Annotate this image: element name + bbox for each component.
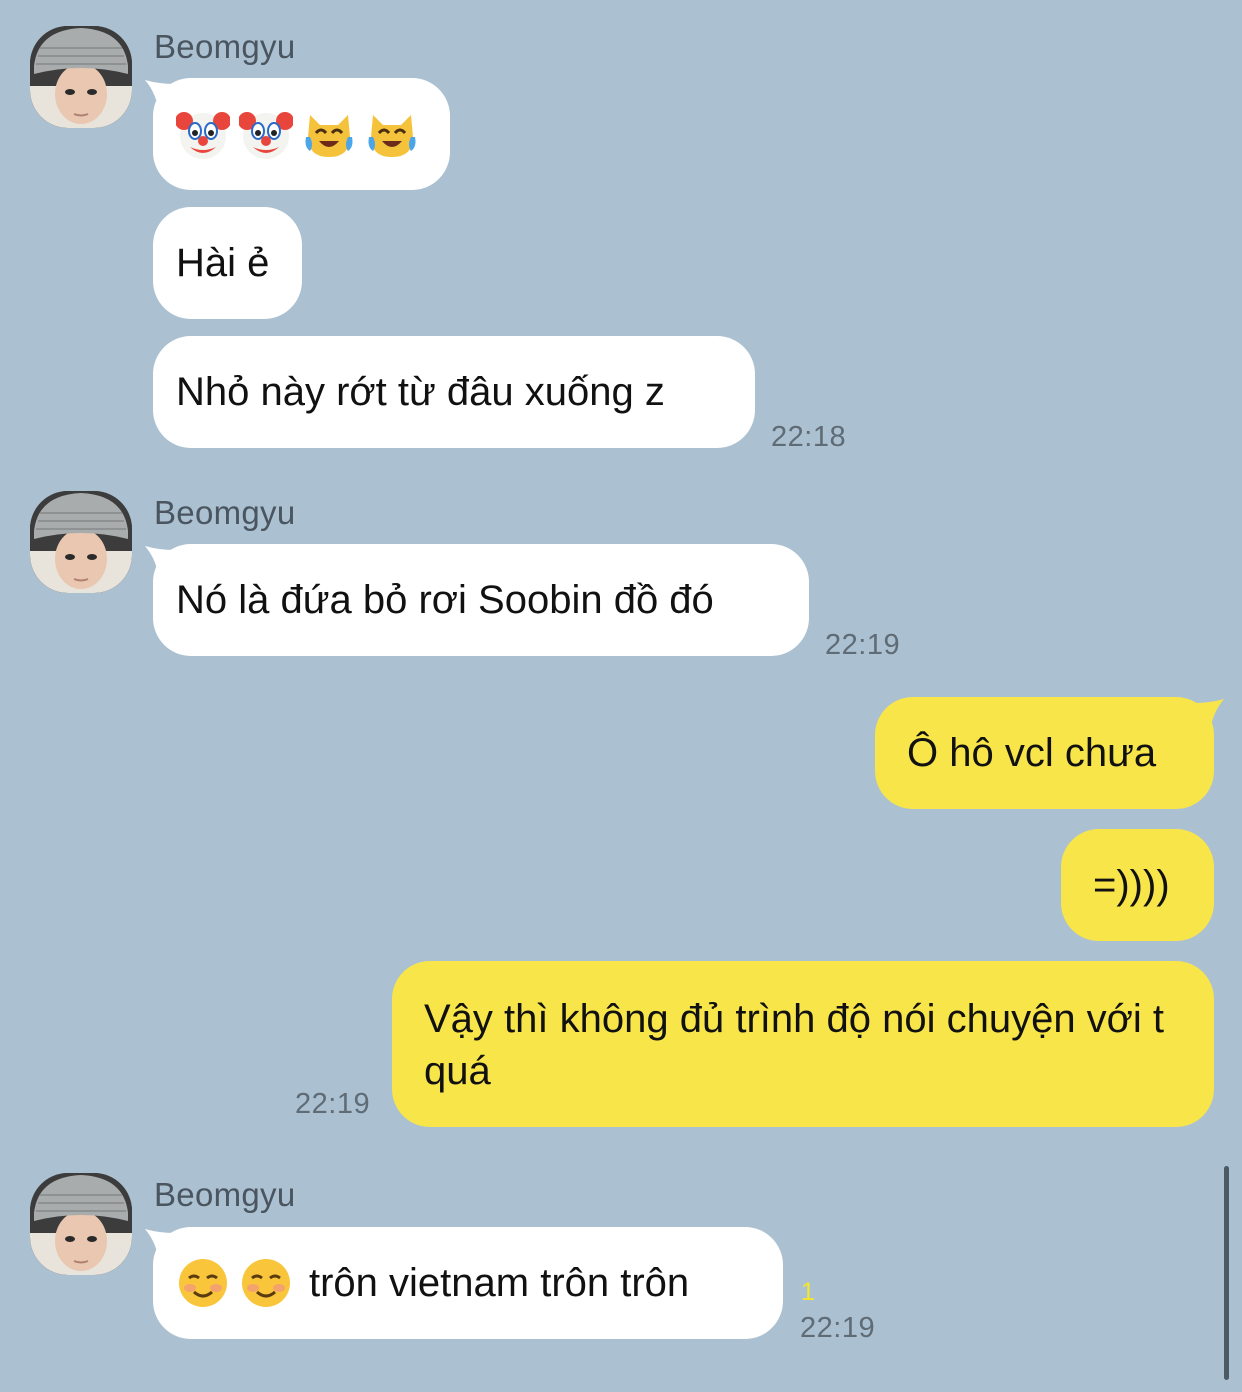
scrollbar[interactable] — [1224, 1166, 1229, 1380]
clown-face-emoji — [239, 107, 293, 161]
cat-tears-of-joy-emoji — [365, 107, 419, 161]
message-bubble-emoji[interactable] — [153, 78, 450, 190]
sender-avatar[interactable] — [30, 491, 132, 593]
sender-avatar[interactable] — [30, 26, 132, 128]
message-bubble-outgoing[interactable]: =)))) — [1061, 829, 1214, 941]
message-text: =)))) — [1093, 862, 1170, 907]
message-bubble[interactable]: Hài ẻ — [153, 207, 302, 319]
message-text: Ô hô vcl chưa — [907, 730, 1157, 775]
unread-count: 1 — [801, 1278, 815, 1306]
message-timestamp: 22:19 — [825, 629, 901, 661]
message-bubble[interactable]: Nhỏ này rớt từ đâu xuống z — [153, 336, 755, 448]
message-bubble-outgoing[interactable]: Ô hô vcl chưa — [875, 697, 1214, 809]
message-bubble[interactable]: trôn vietnam trôn trôn — [153, 1227, 783, 1339]
cat-tears-of-joy-emoji — [302, 107, 356, 161]
message-text: Vậy thì không đủ trình độ nói chuyện với… — [424, 997, 1165, 1093]
sender-name: Beomgyu — [154, 1176, 296, 1213]
message-timestamp: 22:18 — [771, 421, 847, 453]
message-text: Nhỏ này rớt từ đâu xuống z — [176, 369, 665, 414]
message-timestamp: 22:19 — [800, 1312, 876, 1344]
message-text: Nó là đứa bỏ rơi Soobin đồ đó — [176, 577, 714, 622]
clown-face-emoji — [176, 107, 230, 161]
sender-name: Beomgyu — [154, 28, 296, 65]
smiling-face-emoji — [239, 1256, 293, 1310]
smiling-face-emoji — [176, 1256, 230, 1310]
message-text: trôn vietnam trôn trôn — [309, 1260, 690, 1305]
message-bubble-outgoing[interactable]: Vậy thì không đủ trình độ nói chuyện với… — [392, 961, 1214, 1127]
sender-avatar[interactable] — [30, 1173, 132, 1275]
sender-name: Beomgyu — [154, 494, 296, 531]
message-bubble[interactable]: Nó là đứa bỏ rơi Soobin đồ đó — [153, 544, 809, 656]
message-timestamp: 22:19 — [295, 1088, 371, 1120]
message-text: Hài ẻ — [176, 240, 270, 285]
